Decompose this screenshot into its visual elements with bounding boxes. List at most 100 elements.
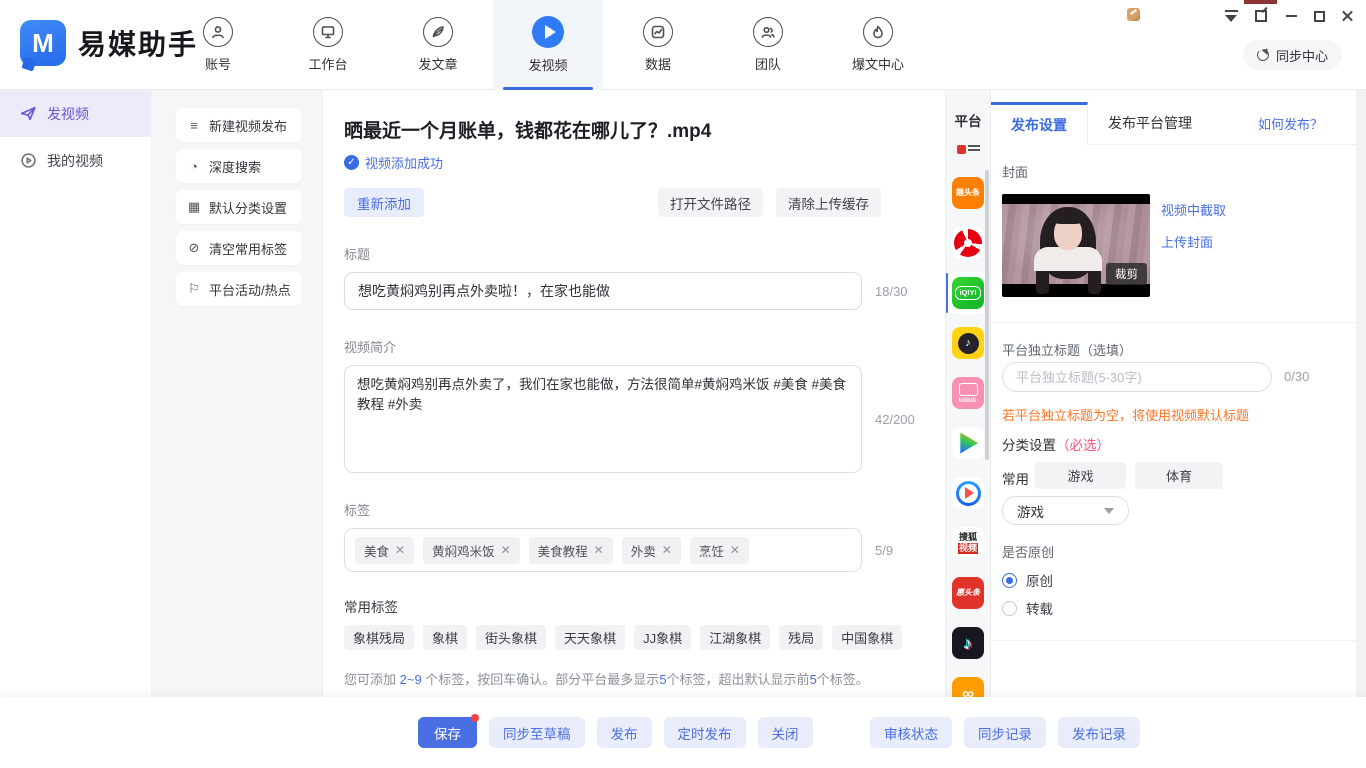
nav-hot-center[interactable]: 爆文中心 (823, 0, 933, 90)
platform-column-title: 平台 (946, 110, 990, 130)
check-icon: ✓ (344, 155, 359, 170)
title-input[interactable] (344, 272, 862, 310)
common-tag-chip[interactable]: 象棋 (423, 625, 467, 650)
radio-icon (1002, 573, 1017, 588)
remove-tag-icon[interactable] (730, 543, 740, 557)
remove-tag-icon[interactable] (395, 543, 405, 557)
platform-partially-scrolled[interactable] (947, 140, 989, 158)
action-icon: ◔ (187, 159, 201, 174)
maximize-icon[interactable] (1306, 6, 1332, 26)
upload-status: ✓ 视频添加成功 (344, 153, 945, 172)
remove-tag-icon[interactable] (594, 543, 604, 557)
paper-plane-icon (20, 105, 37, 122)
cover-thumbnail[interactable]: 裁剪 (1002, 194, 1150, 297)
sidebar-item-my-videos[interactable]: 我的视频 (0, 137, 151, 184)
kuaishou-platform[interactable]: ♪ (947, 322, 989, 364)
nav-publish-article[interactable]: 发文章 (383, 0, 493, 90)
douyin-platform[interactable]: ♪ (947, 622, 989, 664)
titlebar-red-strip (1244, 0, 1277, 4)
huitoutiao-platform[interactable]: 惠头条 (947, 572, 989, 614)
remove-tag-icon[interactable] (662, 543, 672, 557)
screenshot-icon[interactable] (1248, 6, 1274, 26)
video-form: 晒最近一个月账单，钱都花在哪儿了？.mp4 ✓ 视频添加成功 重新添加 打开文件… (322, 90, 945, 697)
tab-publish-settings[interactable]: 发布设置 (991, 102, 1088, 146)
common-tag-chip[interactable]: 天天象棋 (555, 625, 625, 650)
common-tag-chip[interactable]: 象棋残局 (344, 625, 414, 650)
minimize-icon[interactable] (1278, 6, 1304, 26)
fenghuang-platform[interactable] (947, 222, 989, 264)
remove-tag-icon[interactable] (501, 543, 511, 557)
footer-record-button[interactable]: 发布记录 (1058, 717, 1140, 748)
common-tag-chip[interactable]: 江湖象棋 (700, 625, 770, 650)
footer-action-button[interactable]: 发布 (597, 717, 652, 748)
qutoutiao-platform[interactable]: 趣头条 (947, 172, 989, 214)
extension-icon[interactable] (1127, 8, 1140, 21)
platform-scrollbar[interactable] (985, 170, 989, 460)
common-tags-row: 常用标签 象棋残局 象棋 街头象棋 天天象棋 JJ象棋 江湖象棋 残局 中国象棋 (344, 596, 904, 650)
page-scrollbar[interactable] (1356, 90, 1366, 697)
readd-button[interactable]: 重新添加 (344, 188, 424, 217)
upload-cover-link[interactable]: 上传封面 (1161, 232, 1213, 251)
nav-data[interactable]: 数据 (603, 0, 713, 90)
footer-action-button[interactable]: 同步至草稿 (489, 717, 585, 748)
nav-publish-video[interactable]: 发视频 (493, 0, 603, 90)
sync-center-button[interactable]: 同步中心 (1243, 40, 1342, 70)
collapse-icon[interactable] (1218, 6, 1244, 26)
common-tag-chip[interactable]: 中国象棋 (832, 625, 902, 650)
tags-hint: 您可添加 2~9 个标签，按回车确认。部分平台最多显示5个标签，超出默认显示前5… (344, 669, 945, 688)
feather-pen-icon (423, 17, 453, 47)
monitor-icon (313, 17, 343, 47)
action-button[interactable]: ◔ 深度搜索 (176, 149, 302, 183)
description-label: 视频简介 (344, 337, 945, 356)
how-to-publish-link[interactable]: 如何发布？ (1258, 114, 1323, 133)
footer-action-button[interactable]: 定时发布 (664, 717, 746, 748)
title-bar: M 易媒助手 账号 工作台 发文章 发视频 (0, 0, 1366, 90)
tencent-video-platform[interactable] (947, 422, 989, 464)
tags-counter: 5/9 (875, 543, 893, 558)
iqiyi-platform[interactable]: iQIYI (947, 272, 989, 314)
haokan-video-platform[interactable] (947, 472, 989, 514)
open-file-path-button[interactable]: 打开文件路径 (658, 188, 763, 217)
nav-team[interactable]: 团队 (713, 0, 823, 90)
footer-action-button[interactable]: 保存 (418, 717, 477, 748)
nav-account[interactable]: 账号 (163, 0, 273, 90)
sohu-video-platform[interactable]: 搜狐视频 (947, 522, 989, 564)
category-quick-option[interactable]: 体育 (1135, 462, 1223, 489)
tab-platform-management[interactable]: 发布平台管理 (1088, 102, 1212, 145)
action-icon: ≡ (187, 118, 201, 133)
radio-repost[interactable]: 转载 (1002, 598, 1053, 618)
radio-original[interactable]: 原创 (1002, 570, 1053, 590)
tag-chip: 黄焖鸡米饭 (423, 537, 520, 564)
glasses-orange-platform[interactable]: ∞ (947, 672, 989, 697)
bilibili-platform[interactable]: bilibili (947, 372, 989, 414)
logo-icon: M (20, 20, 66, 66)
action-button[interactable]: ≡ 新建视频发布 (176, 108, 302, 142)
independent-title-input[interactable] (1002, 362, 1272, 392)
tags-label: 标签 (344, 500, 945, 519)
footer-record-button[interactable]: 审核状态 (870, 717, 952, 748)
chevron-down-icon (1104, 508, 1114, 514)
nav-workbench[interactable]: 工作台 (273, 0, 383, 90)
action-button[interactable]: ▦ 默认分类设置 (176, 190, 302, 224)
crop-button[interactable]: 裁剪 (1106, 263, 1147, 285)
common-tag-chip[interactable]: JJ象棋 (634, 625, 691, 650)
user-icon (203, 17, 233, 47)
common-tag-chip[interactable]: 街头象棋 (476, 625, 546, 650)
tags-input[interactable]: 美食 黄焖鸡米饭 美食教程 外卖 (344, 528, 862, 572)
team-icon (753, 17, 783, 47)
close-icon[interactable] (1334, 6, 1360, 26)
footer-record-button[interactable]: 同步记录 (964, 717, 1046, 748)
cover-label: 封面 (1002, 162, 1028, 181)
sidebar-item-publish-video[interactable]: 发视频 (0, 90, 151, 137)
action-button[interactable]: ⚐ 平台活动/热点 (176, 272, 302, 306)
divider (991, 322, 1357, 323)
action-button[interactable]: ⊘ 清空常用标签 (176, 231, 302, 265)
footer-action-button[interactable]: 关闭 (758, 717, 813, 748)
clear-upload-cache-button[interactable]: 清除上传缓存 (776, 188, 881, 217)
radio-icon (1002, 601, 1017, 616)
common-tag-chip[interactable]: 残局 (779, 625, 823, 650)
category-quick-option[interactable]: 游戏 (1035, 462, 1126, 489)
description-input[interactable]: 想吃黄焖鸡别再点外卖了，我们在家也能做，方法很简单#黄焖鸡米饭 #美食 #美食教… (344, 365, 862, 473)
category-select[interactable]: 游戏 (1002, 496, 1129, 525)
capture-from-video-link[interactable]: 视频中截取 (1161, 200, 1226, 219)
